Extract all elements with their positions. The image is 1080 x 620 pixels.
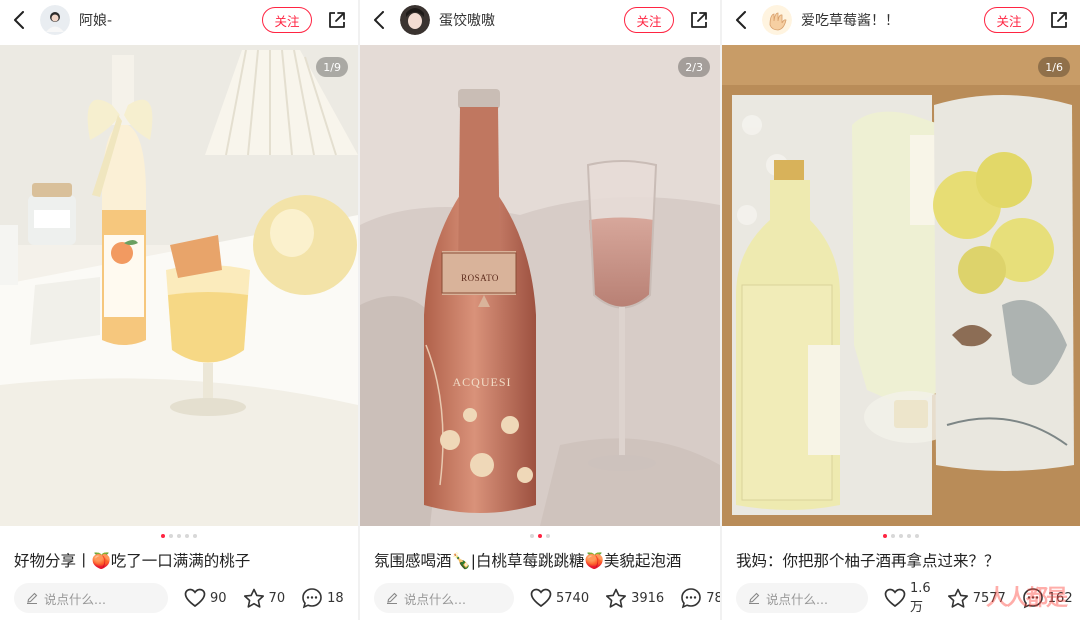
comment-placeholder: 说点什么... [766,591,828,607]
carousel-dot [193,534,197,538]
heart-icon [884,588,906,608]
chevron-left-icon [14,11,24,29]
collect-count: 70 [268,590,286,606]
chevron-left-icon [736,11,746,29]
comment-bubble-icon [301,587,323,609]
carousel-dots [722,534,1080,538]
bottle-label: ROSATO [444,265,516,283]
carousel-dot [899,534,903,538]
back-button[interactable] [730,8,752,32]
note-card-1: 阿娘- 关注 1/9 好物分享丨🍑吃了一口满满的桃子 说点什么... 90 70… [0,0,358,620]
engagement-bar: 说点什么... 90 70 18 [14,583,350,613]
engagement-bar: 说点什么... 5740 3916 78 [374,583,720,613]
like-button[interactable]: 90 [184,588,227,608]
comment-button[interactable]: 18 [301,587,344,609]
bottle-brand: ACQUESI [452,375,512,389]
like-count: 1.6万 [910,581,931,615]
star-icon [243,588,265,609]
like-button[interactable]: 1.6万 [884,581,931,615]
note-photo[interactable]: 1/6 [722,45,1080,526]
share-icon [691,12,707,28]
share-button[interactable] [1048,9,1070,31]
note-title[interactable]: 好物分享丨🍑吃了一口满满的桃子 [14,549,352,573]
comment-button[interactable]: 78 [680,587,720,609]
like-count: 5740 [556,590,590,606]
follow-button[interactable]: 关注 [262,7,312,33]
collect-count: 3916 [631,590,665,606]
follow-button[interactable]: 关注 [624,7,674,33]
note-card-3: 爱吃草莓酱！！ 关注 1/6 我妈：你把那个柚子酒再拿点过来？？ 说点什么...… [722,0,1080,620]
image-counter: 1/9 [316,57,348,77]
comment-input[interactable]: 说点什么... [374,583,514,613]
carousel-dot-active [883,534,887,538]
pencil-icon [386,592,398,604]
carousel-dot-active [161,534,165,538]
heart-icon [530,588,552,608]
pencil-icon [748,592,760,604]
comment-placeholder: 说点什么... [404,591,466,607]
peach-liqueur-photo [0,45,358,526]
carousel-dots [360,534,720,538]
carousel-dot-active [538,534,542,538]
author-name[interactable]: 阿娘- [79,10,262,30]
avatar[interactable] [762,5,792,35]
collect-button[interactable]: 70 [243,588,286,609]
image-counter: 1/6 [1038,57,1070,77]
note-title[interactable]: 氛围感喝酒🍾|白桃草莓跳跳糖🍑美貌起泡酒 [374,549,714,573]
note-card-2: 蛋饺嗷嗷 关注 ROSATO ACQUESI 2/3 氛围感喝酒🍾|白桃草莓跳跳… [360,0,720,620]
carousel-dots [0,534,358,538]
note-photo[interactable]: ROSATO ACQUESI 2/3 [360,45,720,526]
heart-icon [184,588,206,608]
pencil-icon [26,592,38,604]
chevron-left-icon [374,11,384,29]
avatar[interactable] [40,5,70,35]
back-button[interactable] [368,8,390,32]
share-icon [1051,12,1067,28]
carousel-dot [546,534,550,538]
collect-button[interactable]: 3916 [605,588,664,609]
share-icon [329,12,345,28]
note-header: 蛋饺嗷嗷 关注 [360,0,720,40]
like-button[interactable]: 5740 [530,588,589,608]
carousel-dot [169,534,173,538]
note-header: 阿娘- 关注 [0,0,358,40]
carousel-dot [907,534,911,538]
comment-input[interactable]: 说点什么... [14,583,168,613]
note-title[interactable]: 我妈：你把那个柚子酒再拿点过来？？ [736,549,1074,573]
back-button[interactable] [8,8,30,32]
note-header: 爱吃草莓酱！！ 关注 [722,0,1080,40]
share-button[interactable] [326,9,348,31]
carousel-dot [185,534,189,538]
watermark-text: 人人都是 [985,586,1068,611]
carousel-dot [891,534,895,538]
star-icon [605,588,627,609]
rose-sparkling-wine-photo [360,45,720,526]
comment-bubble-icon [680,587,702,609]
yuzu-wine-box-photo [722,45,1080,526]
image-counter: 2/3 [678,57,710,77]
carousel-dot [177,534,181,538]
comment-count: 18 [327,590,344,606]
like-count: 90 [210,590,227,606]
author-name[interactable]: 爱吃草莓酱！！ [801,10,984,30]
author-name[interactable]: 蛋饺嗷嗷 [439,10,624,30]
carousel-dot [530,534,534,538]
avatar[interactable] [400,5,430,35]
star-icon [947,588,969,609]
comment-placeholder: 说点什么... [44,591,106,607]
comment-input[interactable]: 说点什么... [736,583,868,613]
comment-count: 78 [706,590,720,606]
carousel-dot [915,534,919,538]
bottle-variety: ROSATO [461,273,499,283]
note-photo[interactable]: 1/9 [0,45,358,526]
watermark-logo: 人人都是 [985,580,1068,612]
follow-button[interactable]: 关注 [984,7,1034,33]
share-button[interactable] [688,9,710,31]
